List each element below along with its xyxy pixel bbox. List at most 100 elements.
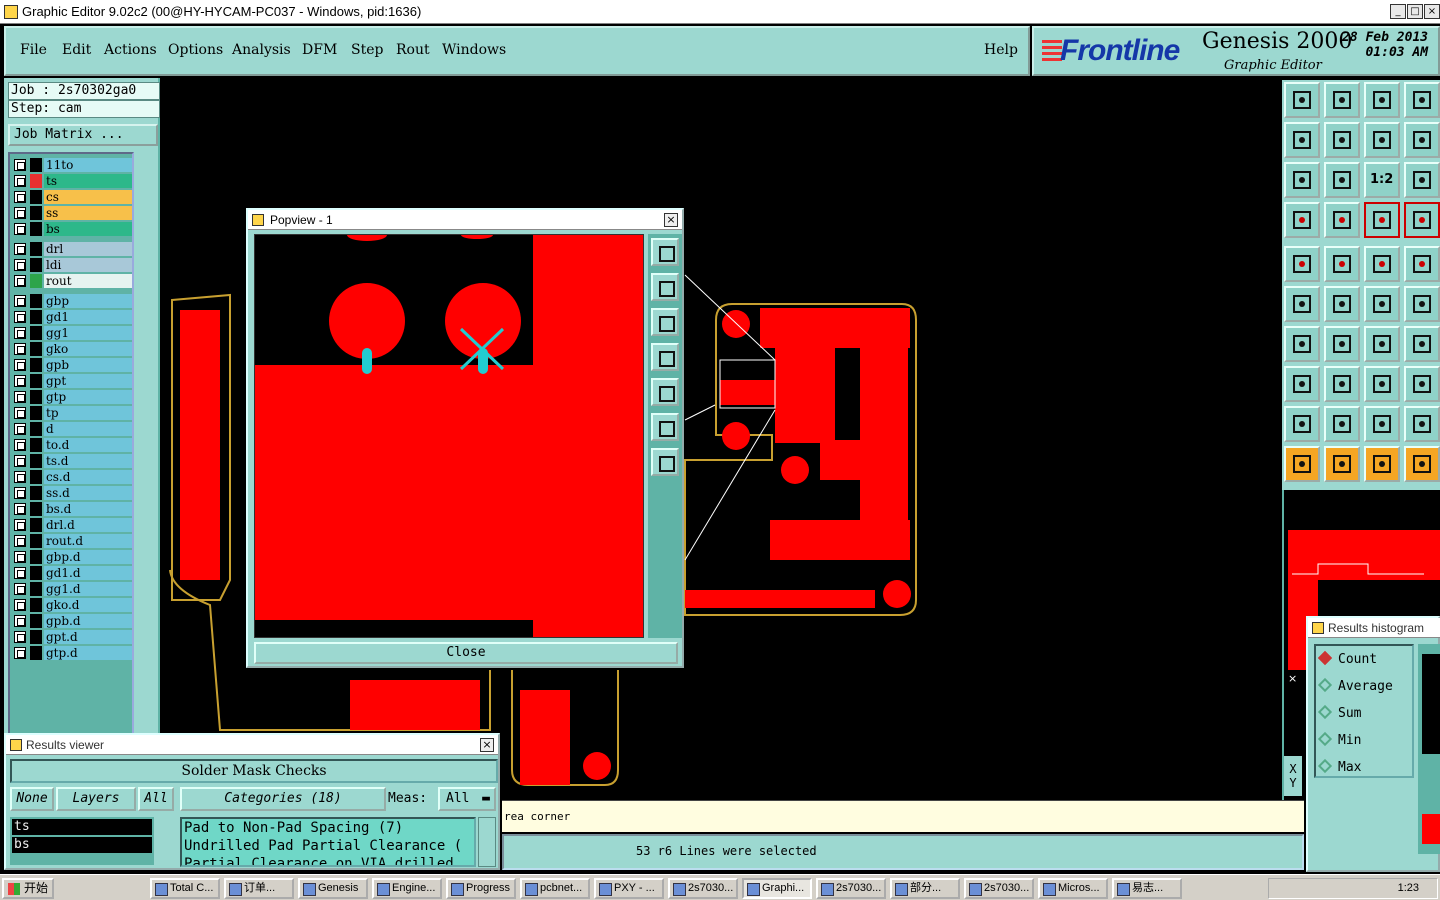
layer-swatch[interactable] [30,438,42,452]
taskbar-item[interactable]: Micros... [1038,878,1108,899]
layer-name[interactable]: ss.d [44,486,132,500]
delete-node-icon[interactable] [1324,286,1360,322]
layer-name[interactable]: drl.d [44,518,132,532]
results-scrollbar[interactable] [478,817,496,867]
home-icon[interactable] [1284,82,1320,118]
layer-red2-icon[interactable] [1404,202,1440,238]
layer-name[interactable]: gtp.d [44,646,132,660]
pointer4-icon[interactable] [1404,446,1440,482]
fit-all-icon[interactable] [651,413,679,441]
layer-checkbox[interactable] [14,407,26,419]
menu-rout[interactable]: Rout [396,42,430,58]
layer-swatch[interactable] [30,534,42,548]
layer-checkbox[interactable] [14,311,26,323]
layer-row-ldi[interactable]: ldi [12,258,132,272]
layer-row-rout-d[interactable]: rout.d [12,534,132,548]
layer-swatch[interactable] [30,358,42,372]
rotate-icon[interactable] [1364,326,1400,362]
layer-checkbox[interactable] [14,275,26,287]
layer-swatch[interactable] [30,190,42,204]
menu-actions[interactable]: Actions [104,42,157,58]
menu-help[interactable]: Help [984,42,1018,58]
job-matrix-button[interactable]: Job Matrix ... [8,124,158,146]
menu-file[interactable]: File [20,42,47,58]
layer-checkbox[interactable] [14,207,26,219]
layer-row-gbp[interactable]: gbp [12,294,132,308]
taskbar-item[interactable]: Total C... [150,878,220,899]
layer-checkbox[interactable] [14,647,26,659]
pan-left-icon[interactable] [1284,122,1320,158]
histogram-option-average[interactable]: Average [1317,677,1393,694]
layer-row-to-d[interactable]: to.d [12,438,132,452]
all-button[interactable]: All [138,787,174,811]
layer-row-tp[interactable]: tp [12,406,132,420]
layer-row-gg1[interactable]: gg1 [12,326,132,340]
layer-row-gd1-d[interactable]: gd1.d [12,566,132,580]
menu-options[interactable]: Options [168,42,223,58]
layer-name[interactable]: drl [44,242,132,256]
menu-step[interactable]: Step [351,42,383,58]
layer-checkbox[interactable] [14,243,26,255]
layer-swatch[interactable] [30,274,42,288]
mirror-icon[interactable] [1364,122,1400,158]
layer-swatch[interactable] [30,374,42,388]
layer-row-drl-d[interactable]: drl.d [12,518,132,532]
layer-name[interactable]: to.d [44,438,132,452]
layer-name[interactable]: bs [44,222,132,236]
target-icon[interactable] [1284,246,1320,282]
layer-swatch[interactable] [30,614,42,628]
layer-swatch[interactable] [30,206,42,220]
layer-row-gpb[interactable]: gpb [12,358,132,372]
layer-name[interactable]: ss [44,206,132,220]
layer-checkbox[interactable] [14,439,26,451]
angle-icon[interactable] [1284,326,1320,362]
results-category-item[interactable]: Partial Clearance on VIA drilled [184,855,474,865]
layer-name[interactable]: gpb [44,358,132,372]
resize-icon[interactable] [1364,366,1400,402]
layers-button[interactable]: Layers [56,787,136,811]
layer-name[interactable]: gko.d [44,598,132,612]
layer-row-gpb-d[interactable]: gpb.d [12,614,132,628]
layer-name[interactable]: bs.d [44,502,132,516]
help-icon[interactable] [1404,162,1440,198]
circle-icon[interactable] [1404,246,1440,282]
layer-name[interactable]: gpt [44,374,132,388]
minimize-button[interactable]: _ [1390,4,1406,19]
move-icon[interactable] [1364,286,1400,322]
layer-checkbox[interactable] [14,375,26,387]
popview-close-button[interactable]: Close [254,642,678,664]
layer-checkbox[interactable] [14,551,26,563]
minus-icon[interactable] [1324,366,1360,402]
taskbar-item[interactable]: 订单... [224,878,294,899]
layer-swatch[interactable] [30,174,42,188]
flip-icon[interactable] [1404,326,1440,362]
scale-1to2-icon[interactable]: 1:2 [1364,162,1400,198]
categories-button[interactable]: Categories (18) [180,787,386,811]
layer-row-bs[interactable]: bs [12,222,132,236]
taskbar-item[interactable]: Engine... [372,878,442,899]
results-layer-item[interactable]: ts [12,819,152,835]
layer-row-gtp-d[interactable]: gtp.d [12,646,132,660]
layer-swatch[interactable] [30,566,42,580]
layer-checkbox[interactable] [14,391,26,403]
layer-name[interactable]: tp [44,406,132,420]
layer-row-ts[interactable]: ts [12,174,132,188]
meas-dropdown[interactable]: All ▬ [438,787,496,811]
pointer2-icon[interactable] [1324,446,1360,482]
layer-name[interactable]: d [44,422,132,436]
taskbar-item[interactable]: Graphi... [742,878,812,899]
menu-dfm[interactable]: DFM [302,42,337,58]
histogram-option-sum[interactable]: Sum [1317,704,1361,721]
triangle-up-icon[interactable] [1324,406,1360,442]
taskbar-item[interactable]: 易志... [1112,878,1182,899]
layer-swatch[interactable] [30,486,42,500]
layer-swatch[interactable] [30,406,42,420]
start-button[interactable]: 开始 [2,878,54,899]
layer-checkbox[interactable] [14,471,26,483]
node-icon[interactable] [1284,286,1320,322]
layer-checkbox[interactable] [14,295,26,307]
connect-icon[interactable] [1404,286,1440,322]
layer-swatch[interactable] [30,454,42,468]
layer-swatch[interactable] [30,390,42,404]
layer-swatch[interactable] [30,598,42,612]
